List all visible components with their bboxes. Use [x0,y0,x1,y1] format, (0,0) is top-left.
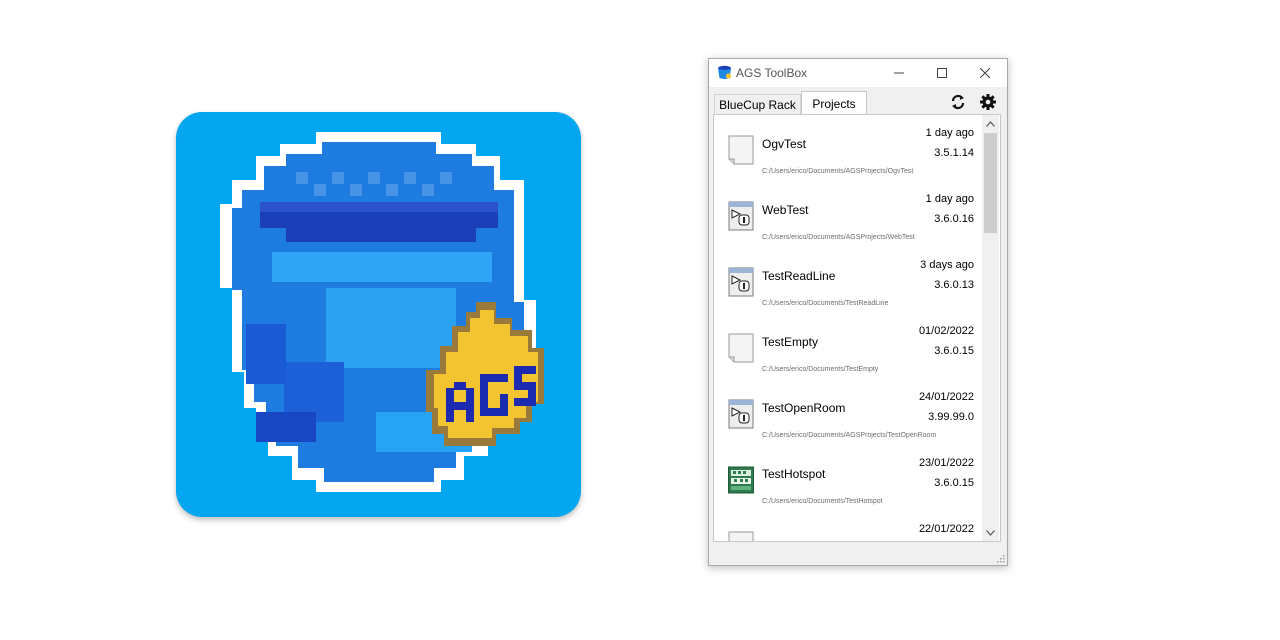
maximize-button[interactable] [920,59,964,87]
tab-bluecup-rack[interactable]: BlueCup Rack [714,94,801,114]
project-date: 24/01/2022 [918,391,974,403]
project-item[interactable]: 22/01/2022 [714,511,982,541]
ags-app-icon [176,112,581,517]
project-name: TestReadLine [762,269,836,283]
blank-document-icon [728,333,754,363]
ags-game-icon [728,267,754,297]
project-item[interactable]: OgvTest 1 day ago 3.5.1.14 C:/Users/eric… [714,115,982,181]
project-version: 3.99.99.0 [928,411,974,423]
project-date: 23/01/2022 [918,457,974,469]
project-version: 3.5.1.14 [934,147,974,159]
title-bar[interactable]: AGS ToolBox [709,59,1007,87]
tab-label: Projects [812,96,856,111]
scroll-up-button[interactable] [982,115,999,132]
project-date: 01/02/2022 [918,325,974,337]
chevron-up-icon [986,120,995,127]
project-date: 3 days ago [920,259,974,271]
project-item[interactable]: TestOpenRoom 24/01/2022 3.99.99.0 C:/Use… [714,379,982,445]
project-path: C:/Users/erico/Documents/TestHotspot [762,498,883,505]
project-name: WebTest [762,203,809,217]
project-version: 3.6.0.13 [934,279,974,291]
tab-label: BlueCup Rack [719,97,796,112]
ags-game-icon [728,399,754,429]
project-item[interactable]: WebTest 1 day ago 3.6.0.16 C:/Users/eric… [714,181,982,247]
project-name: OgvTest [762,137,807,151]
chevron-down-icon [986,529,995,536]
minimize-icon [894,72,904,74]
project-version: 3.6.0.16 [934,213,974,225]
project-item[interactable]: TestHotspot 23/01/2022 3.6.0.15 C:/Users… [714,445,982,511]
ags-toolbox-window: AGS ToolBox BlueCup Rack Projects OgvTes… [708,58,1008,566]
vertical-scrollbar[interactable] [982,115,999,541]
project-item[interactable]: TestReadLine 3 days ago 3.6.0.13 C:/User… [714,247,982,313]
project-path: C:/Users/erico/Documents/AGSProjects/Tes… [762,432,937,439]
project-name: TestHotspot [762,467,826,481]
blank-document-icon [728,135,754,165]
green-game-icon [728,466,754,494]
blank-document-icon [728,531,754,541]
project-path: C:/Users/erico/Documents/AGSProjects/Ogv… [762,168,914,175]
project-item[interactable]: TestEmpty 01/02/2022 3.6.0.15 C:/Users/e… [714,313,982,379]
project-name: TestEmpty [762,335,819,349]
projects-list: OgvTest 1 day ago 3.5.1.14 C:/Users/eric… [714,115,982,541]
bluecup-icon [718,65,732,79]
project-path: C:/Users/erico/Documents/TestEmpty [762,366,879,373]
ags-game-icon [728,201,754,231]
project-path: C:/Users/erico/Documents/AGSProjects/Web… [762,234,915,241]
close-icon [980,68,990,78]
window-title: AGS ToolBox [736,66,808,80]
refresh-icon[interactable] [949,93,967,111]
project-name: TestOpenRoom [762,401,846,415]
project-date: 22/01/2022 [918,523,974,535]
project-path: C:/Users/erico/Documents/TestReadLine [762,300,889,307]
gear-icon[interactable] [979,93,997,111]
close-button[interactable] [963,59,1007,87]
resize-grip-icon[interactable] [995,553,1005,563]
projects-list-panel: OgvTest 1 day ago 3.5.1.14 C:/Users/eric… [713,114,1001,542]
project-date: 1 day ago [925,127,974,139]
project-date: 1 day ago [925,193,974,205]
project-version: 3.6.0.15 [934,477,974,489]
project-version: 3.6.0.15 [934,345,974,357]
maximize-icon [937,68,947,78]
tab-projects[interactable]: Projects [801,91,867,115]
scroll-thumb[interactable] [984,133,997,233]
scroll-down-button[interactable] [982,524,999,541]
minimize-button[interactable] [877,59,921,87]
